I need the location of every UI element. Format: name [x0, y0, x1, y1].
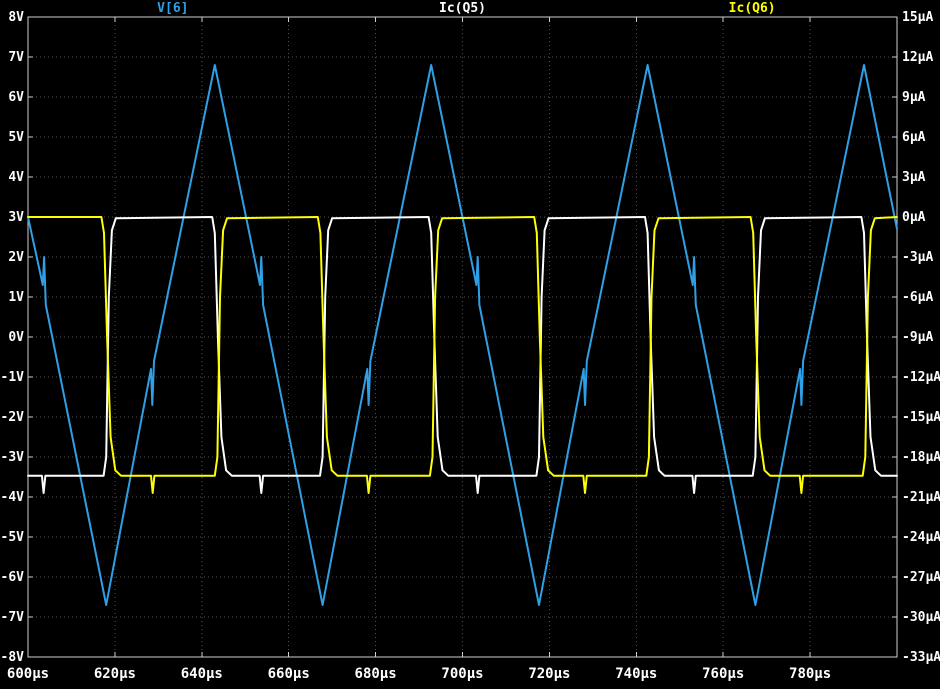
svg-text:-15µA: -15µA — [902, 410, 940, 425]
trace-label-icq5[interactable]: Ic(Q5) — [439, 1, 486, 16]
svg-text:780µs: 780µs — [789, 666, 831, 682]
waveform-plot-canvas[interactable]: 8V 7V 6V 5V 4V 3V 2V 1V 0V -1V -2V -3V -4V -5V -6V -7V -… — [0, 0, 940, 689]
svg-text:-27µA: -27µA — [902, 570, 940, 585]
trace-icq5[interactable] — [27, 216, 898, 494]
svg-text:0µA: 0µA — [902, 210, 926, 225]
svg-text:8V: 8V — [8, 10, 24, 25]
time-axis-ticks[interactable]: 600µs 620µs 640µs 660µs 680µs 700µs 720µs 740µs… — [7, 17, 831, 682]
trace-label-v6[interactable]: V[6] — [157, 1, 188, 16]
svg-text:9µA: 9µA — [902, 90, 926, 105]
svg-text:-3µA: -3µA — [902, 250, 933, 265]
svg-text:-4V: -4V — [1, 490, 25, 505]
svg-text:6µA: 6µA — [902, 130, 926, 145]
svg-text:7V: 7V — [8, 50, 24, 65]
svg-text:720µs: 720µs — [528, 666, 570, 682]
right-axis-ticks[interactable]: 15µA 12µA 9µA 6µA 3µA 0µA -3µA -6µA -9µA -12µA -15… — [892, 10, 940, 665]
svg-text:1V: 1V — [8, 290, 24, 305]
svg-text:-8V: -8V — [1, 650, 25, 665]
trace-label-icq6[interactable]: Ic(Q6) — [729, 1, 776, 16]
svg-text:2V: 2V — [8, 250, 24, 265]
svg-text:5V: 5V — [8, 130, 24, 145]
svg-text:-33µA: -33µA — [902, 650, 940, 665]
svg-text:-9µA: -9µA — [902, 330, 933, 345]
svg-text:-30µA: -30µA — [902, 610, 940, 625]
svg-text:6V: 6V — [8, 90, 24, 105]
waveform-viewer: 8V 7V 6V 5V 4V 3V 2V 1V 0V -1V -2V -3V -4V -5V -6V -7V -… — [0, 0, 940, 689]
svg-text:640µs: 640µs — [181, 666, 223, 682]
svg-text:3µA: 3µA — [902, 170, 926, 185]
svg-text:-3V: -3V — [1, 450, 25, 465]
svg-text:700µs: 700µs — [441, 666, 483, 682]
svg-text:-18µA: -18µA — [902, 450, 940, 465]
svg-text:660µs: 660µs — [268, 666, 310, 682]
svg-text:600µs: 600µs — [7, 666, 49, 682]
svg-text:760µs: 760µs — [702, 666, 744, 682]
svg-text:-7V: -7V — [1, 610, 25, 625]
svg-text:-6V: -6V — [1, 570, 25, 585]
svg-text:0V: 0V — [8, 330, 24, 345]
svg-text:12µA: 12µA — [902, 50, 933, 65]
svg-text:-12µA: -12µA — [902, 370, 940, 385]
svg-text:4V: 4V — [8, 170, 24, 185]
svg-text:620µs: 620µs — [94, 666, 136, 682]
trace-icq6[interactable] — [27, 216, 898, 494]
svg-text:-1V: -1V — [1, 370, 25, 385]
svg-text:3V: 3V — [8, 210, 24, 225]
svg-text:680µs: 680µs — [355, 666, 397, 682]
svg-text:-24µA: -24µA — [902, 530, 940, 545]
svg-text:15µA: 15µA — [902, 10, 933, 25]
svg-text:-5V: -5V — [1, 530, 25, 545]
svg-text:-21µA: -21µA — [902, 490, 940, 505]
svg-text:740µs: 740µs — [615, 666, 657, 682]
svg-text:-2V: -2V — [1, 410, 25, 425]
svg-text:-6µA: -6µA — [902, 290, 933, 305]
